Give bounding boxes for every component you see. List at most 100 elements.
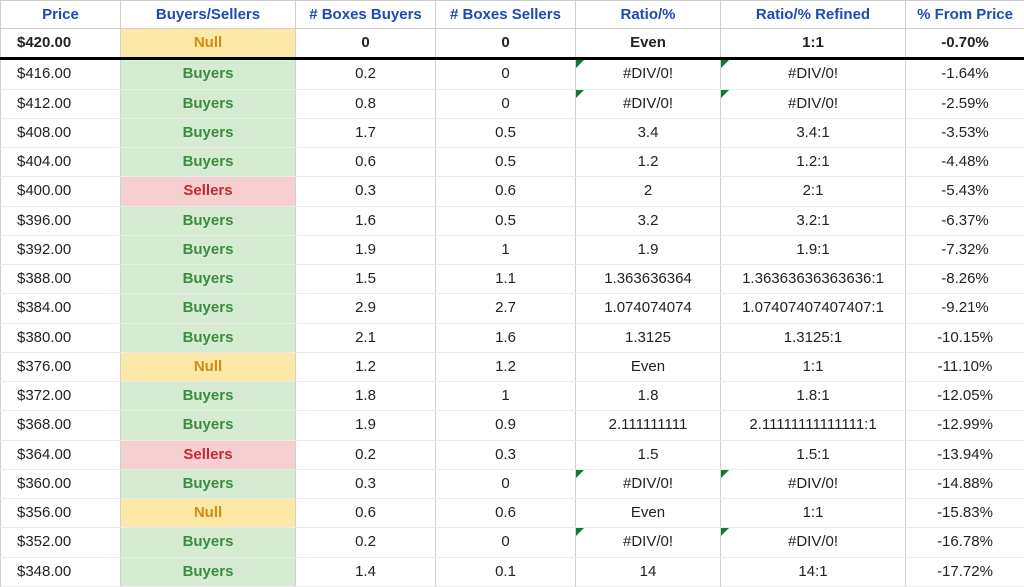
cell-boxes-sellers[interactable]: 0.6 <box>436 177 576 206</box>
cell-price[interactable]: $392.00 <box>1 235 121 264</box>
cell-buyers-sellers[interactable]: Sellers <box>121 440 296 469</box>
cell-ratio[interactable]: #DIV/0! <box>576 59 721 89</box>
cell-boxes-buyers[interactable]: 1.9 <box>296 235 436 264</box>
cell-from-price[interactable]: -12.05% <box>906 382 1024 411</box>
cell-boxes-buyers[interactable]: 1.2 <box>296 352 436 381</box>
cell-from-price[interactable]: -1.64% <box>906 59 1024 89</box>
col-header-ratio-refined[interactable]: Ratio/% Refined <box>721 1 906 29</box>
cell-ratio-refined[interactable]: 1:1 <box>721 352 906 381</box>
cell-from-price[interactable]: -10.15% <box>906 323 1024 352</box>
cell-price[interactable]: $368.00 <box>1 411 121 440</box>
cell-price[interactable]: $372.00 <box>1 382 121 411</box>
cell-ratio-refined[interactable]: #DIV/0! <box>721 89 906 118</box>
cell-buyers-sellers[interactable]: Buyers <box>121 235 296 264</box>
cell-ratio[interactable]: 2 <box>576 177 721 206</box>
table-row[interactable]: $396.00Buyers1.60.53.23.2:1-6.37% <box>1 206 1024 235</box>
cell-boxes-sellers[interactable]: 0 <box>436 528 576 557</box>
cell-price[interactable]: $396.00 <box>1 206 121 235</box>
cell-ratio[interactable]: 1.8 <box>576 382 721 411</box>
cell-boxes-buyers[interactable]: 0.6 <box>296 499 436 528</box>
cell-price[interactable]: $364.00 <box>1 440 121 469</box>
cell-buyers-sellers[interactable]: Null <box>121 352 296 381</box>
cell-ratio[interactable]: #DIV/0! <box>576 89 721 118</box>
cell-ratio-refined[interactable]: 3.4:1 <box>721 118 906 147</box>
cell-boxes-buyers[interactable]: 1.6 <box>296 206 436 235</box>
table-row[interactable]: $380.00Buyers2.11.61.31251.3125:1-10.15% <box>1 323 1024 352</box>
cell-boxes-buyers[interactable]: 0.2 <box>296 59 436 89</box>
cell-boxes-sellers[interactable]: 1 <box>436 382 576 411</box>
cell-buyers-sellers[interactable]: Buyers <box>121 59 296 89</box>
cell-price[interactable]: $384.00 <box>1 294 121 323</box>
table-row[interactable]: $412.00Buyers0.80#DIV/0!#DIV/0!-2.59% <box>1 89 1024 118</box>
cell-ratio-refined[interactable]: 2.11111111111111:1 <box>721 411 906 440</box>
cell-buyers-sellers[interactable]: Buyers <box>121 265 296 294</box>
table-row[interactable]: $360.00Buyers0.30#DIV/0!#DIV/0!-14.88% <box>1 469 1024 498</box>
cell-boxes-buyers[interactable]: 0.2 <box>296 528 436 557</box>
cell-boxes-sellers[interactable]: 0.3 <box>436 440 576 469</box>
cell-boxes-sellers[interactable]: 0.9 <box>436 411 576 440</box>
table-row[interactable]: $352.00Buyers0.20#DIV/0!#DIV/0!-16.78% <box>1 528 1024 557</box>
cell-boxes-sellers[interactable]: 0.6 <box>436 499 576 528</box>
table-row[interactable]: $376.00Null1.21.2Even1:1-11.10% <box>1 352 1024 381</box>
cell-boxes-buyers[interactable]: 0.3 <box>296 469 436 498</box>
cell-ratio[interactable]: 1.5 <box>576 440 721 469</box>
cell-boxes-buyers[interactable]: 1.8 <box>296 382 436 411</box>
table-row[interactable]: $392.00Buyers1.911.91.9:1-7.32% <box>1 235 1024 264</box>
cell-price[interactable]: $360.00 <box>1 469 121 498</box>
cell-from-price[interactable]: -0.70% <box>906 29 1024 59</box>
cell-ratio[interactable]: 3.2 <box>576 206 721 235</box>
cell-ratio[interactable]: #DIV/0! <box>576 528 721 557</box>
cell-ratio-refined[interactable]: 3.2:1 <box>721 206 906 235</box>
cell-ratio[interactable]: 1.363636364 <box>576 265 721 294</box>
cell-boxes-buyers[interactable]: 2.9 <box>296 294 436 323</box>
table-row[interactable]: $416.00Buyers0.20#DIV/0!#DIV/0!-1.64% <box>1 59 1024 89</box>
cell-price[interactable]: $380.00 <box>1 323 121 352</box>
cell-from-price[interactable]: -2.59% <box>906 89 1024 118</box>
cell-ratio[interactable]: 1.074074074 <box>576 294 721 323</box>
cell-ratio[interactable]: 14 <box>576 557 721 586</box>
table-row[interactable]: $372.00Buyers1.811.81.8:1-12.05% <box>1 382 1024 411</box>
cell-price[interactable]: $348.00 <box>1 557 121 586</box>
cell-ratio-refined[interactable]: 1.8:1 <box>721 382 906 411</box>
cell-ratio-refined[interactable]: #DIV/0! <box>721 59 906 89</box>
cell-ratio[interactable]: #DIV/0! <box>576 469 721 498</box>
cell-buyers-sellers[interactable]: Buyers <box>121 206 296 235</box>
col-header-from-price[interactable]: % From Price <box>906 1 1024 29</box>
table-row[interactable]: $404.00Buyers0.60.51.21.2:1-4.48% <box>1 148 1024 177</box>
cell-boxes-sellers[interactable]: 1 <box>436 235 576 264</box>
cell-boxes-buyers[interactable]: 0.2 <box>296 440 436 469</box>
cell-price[interactable]: $416.00 <box>1 59 121 89</box>
col-header-boxes-sellers[interactable]: # Boxes Sellers <box>436 1 576 29</box>
cell-buyers-sellers[interactable]: Null <box>121 29 296 59</box>
cell-boxes-buyers[interactable]: 0.3 <box>296 177 436 206</box>
cell-boxes-sellers[interactable]: 1.1 <box>436 265 576 294</box>
cell-buyers-sellers[interactable]: Buyers <box>121 323 296 352</box>
cell-from-price[interactable]: -7.32% <box>906 235 1024 264</box>
cell-from-price[interactable]: -9.21% <box>906 294 1024 323</box>
cell-boxes-sellers[interactable]: 0 <box>436 89 576 118</box>
col-header-ratio[interactable]: Ratio/% <box>576 1 721 29</box>
cell-ratio-refined[interactable]: 1.3125:1 <box>721 323 906 352</box>
cell-ratio-refined[interactable]: 1.36363636363636:1 <box>721 265 906 294</box>
cell-ratio[interactable]: 1.3125 <box>576 323 721 352</box>
cell-boxes-buyers[interactable]: 0.6 <box>296 148 436 177</box>
cell-ratio-refined[interactable]: 1.2:1 <box>721 148 906 177</box>
cell-ratio[interactable]: 1.2 <box>576 148 721 177</box>
cell-buyers-sellers[interactable]: Buyers <box>121 89 296 118</box>
cell-from-price[interactable]: -6.37% <box>906 206 1024 235</box>
cell-boxes-sellers[interactable]: 0.5 <box>436 118 576 147</box>
cell-from-price[interactable]: -17.72% <box>906 557 1024 586</box>
cell-buyers-sellers[interactable]: Buyers <box>121 557 296 586</box>
table-row[interactable]: $388.00Buyers1.51.11.3636363641.36363636… <box>1 265 1024 294</box>
cell-ratio-refined[interactable]: 1.07407407407407:1 <box>721 294 906 323</box>
cell-price[interactable]: $352.00 <box>1 528 121 557</box>
cell-price[interactable]: $412.00 <box>1 89 121 118</box>
col-header-buyers-sellers[interactable]: Buyers/Sellers <box>121 1 296 29</box>
cell-from-price[interactable]: -8.26% <box>906 265 1024 294</box>
cell-ratio-refined[interactable]: 1.9:1 <box>721 235 906 264</box>
cell-ratio-refined[interactable]: #DIV/0! <box>721 469 906 498</box>
cell-boxes-buyers[interactable]: 1.9 <box>296 411 436 440</box>
cell-from-price[interactable]: -14.88% <box>906 469 1024 498</box>
table-row[interactable]: $400.00Sellers0.30.622:1-5.43% <box>1 177 1024 206</box>
cell-boxes-sellers[interactable]: 0 <box>436 59 576 89</box>
